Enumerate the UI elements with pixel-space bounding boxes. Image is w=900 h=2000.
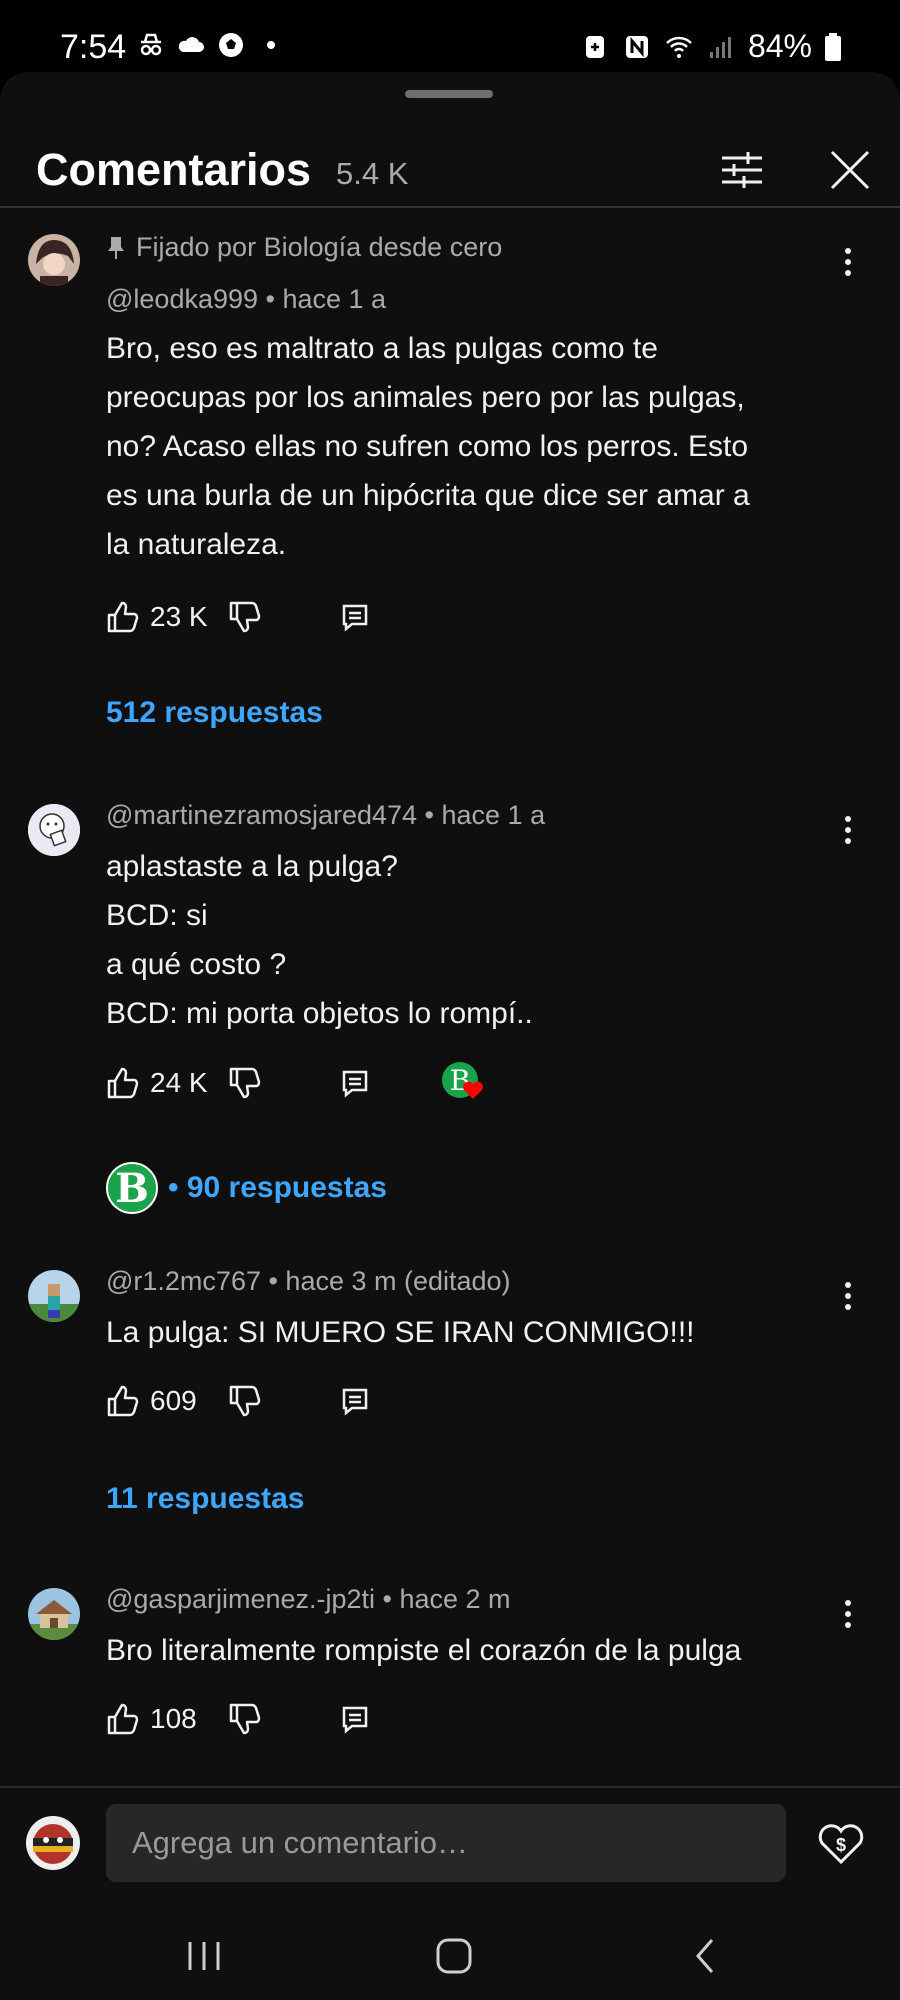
like-count: 609 bbox=[150, 1385, 197, 1416]
more-options-icon[interactable] bbox=[828, 1276, 868, 1316]
replies-label: 512 respuestas bbox=[106, 696, 323, 729]
nfc-icon bbox=[625, 35, 648, 58]
pinned-label: Fijado por Biología desde cero bbox=[106, 232, 502, 263]
more-options-icon[interactable] bbox=[828, 242, 868, 282]
pin-icon bbox=[108, 236, 124, 259]
dot-icon bbox=[267, 41, 275, 49]
status-bar: 7:54 84% bbox=[0, 0, 900, 72]
thumbs-up-icon bbox=[107, 1385, 139, 1417]
creator-heart-badge: B bbox=[442, 1062, 490, 1110]
thumbs-down-icon[interactable] bbox=[228, 1384, 262, 1418]
thumbs-up-icon bbox=[107, 1703, 139, 1735]
comment-actions: 609 bbox=[106, 1384, 526, 1424]
comment-composer: $ bbox=[0, 1788, 900, 2000]
reply-icon[interactable] bbox=[340, 1068, 370, 1098]
more-options-icon[interactable] bbox=[828, 1594, 868, 1634]
comment-meta[interactable]: @leodka999 • hace 1 a bbox=[106, 284, 386, 315]
home-icon[interactable] bbox=[424, 1926, 484, 1986]
recents-icon[interactable] bbox=[174, 1926, 234, 1986]
replies-button[interactable]: 512 respuestas bbox=[106, 696, 323, 730]
comment-text: aplastaste a la pulga? BCD: si a qué cos… bbox=[106, 850, 533, 1030]
incognito-icon bbox=[140, 33, 162, 56]
comment-meta[interactable]: @r1.2mc767 • hace 3 m (editado) bbox=[106, 1266, 511, 1297]
soccer-ball-icon bbox=[219, 33, 243, 57]
more-options-icon[interactable] bbox=[828, 810, 868, 850]
like-count: 108 bbox=[150, 1703, 197, 1734]
pinned-text: Fijado por Biología desde cero bbox=[136, 232, 503, 262]
avatar[interactable] bbox=[28, 234, 80, 286]
comment-actions: 108 bbox=[106, 1702, 526, 1742]
wifi-icon bbox=[666, 36, 692, 58]
replies-label: • 90 respuestas bbox=[168, 1171, 387, 1204]
thumbs-up-icon bbox=[107, 1067, 139, 1099]
cloud-icon bbox=[178, 37, 204, 52]
reply-icon[interactable] bbox=[340, 1704, 370, 1734]
svg-text:$: $ bbox=[836, 1835, 846, 1855]
user-avatar bbox=[26, 1816, 80, 1870]
avatar[interactable] bbox=[28, 804, 80, 856]
comments-sheet: Comentarios 5.4 K Fijado por Biología de… bbox=[0, 72, 900, 2000]
header-divider bbox=[0, 206, 900, 208]
comment-actions: 23 K bbox=[106, 600, 526, 640]
super-thanks-icon[interactable]: $ bbox=[816, 1818, 866, 1868]
battery-percent: 84% bbox=[747, 28, 812, 64]
like-button[interactable]: 609 bbox=[106, 1384, 197, 1418]
comment-meta[interactable]: @martinezramosjared474 • hace 1 a bbox=[106, 800, 545, 831]
signal-icon bbox=[709, 36, 731, 58]
comment-input[interactable] bbox=[106, 1804, 786, 1882]
comment-actions: 24 K B bbox=[106, 1062, 526, 1106]
back-icon[interactable] bbox=[676, 1926, 736, 1986]
comment-text: Bro, eso es maltrato a las pulgas como t… bbox=[106, 332, 750, 561]
replies-label: 11 respuestas bbox=[106, 1482, 305, 1515]
replies-button[interactable]: 11 respuestas bbox=[106, 1482, 304, 1516]
like-button[interactable]: 108 bbox=[106, 1702, 197, 1736]
like-count: 24 K bbox=[150, 1067, 208, 1098]
battery-icon bbox=[825, 32, 841, 61]
battery-saver-icon bbox=[585, 35, 604, 58]
heart-icon bbox=[463, 1081, 483, 1099]
comments-header: Comentarios 5.4 K bbox=[0, 122, 900, 210]
reply-icon[interactable] bbox=[340, 1386, 370, 1416]
status-time: 7:54 bbox=[60, 28, 127, 66]
thumbs-down-icon[interactable] bbox=[228, 1702, 262, 1736]
thumbs-up-icon bbox=[107, 601, 139, 633]
comment-meta[interactable]: @gasparjimenez.-jp2ti • hace 2 m bbox=[106, 1584, 511, 1615]
avatar[interactable] bbox=[28, 1588, 80, 1640]
thumbs-down-icon[interactable] bbox=[228, 600, 262, 634]
comment-text: La pulga: SI MUERO SE IRAN CONMIGO!!! bbox=[106, 1316, 695, 1349]
replies-button[interactable]: B • 90 respuestas bbox=[106, 1162, 387, 1214]
like-count: 23 K bbox=[150, 601, 208, 632]
page-title: Comentarios bbox=[36, 144, 312, 195]
drag-handle[interactable] bbox=[405, 90, 493, 98]
comment-count: 5.4 K bbox=[336, 156, 409, 191]
like-button[interactable]: 24 K bbox=[106, 1066, 208, 1100]
thumbs-down-icon[interactable] bbox=[228, 1066, 262, 1100]
android-navbar bbox=[0, 1920, 900, 2000]
avatar[interactable] bbox=[28, 1270, 80, 1322]
comment-text: Bro literalmente rompiste el corazón de … bbox=[106, 1634, 742, 1667]
close-icon[interactable] bbox=[822, 142, 878, 198]
reply-icon[interactable] bbox=[340, 602, 370, 632]
like-button[interactable]: 23 K bbox=[106, 600, 208, 634]
creator-avatar: B bbox=[106, 1162, 158, 1214]
filter-icon[interactable] bbox=[716, 144, 768, 196]
